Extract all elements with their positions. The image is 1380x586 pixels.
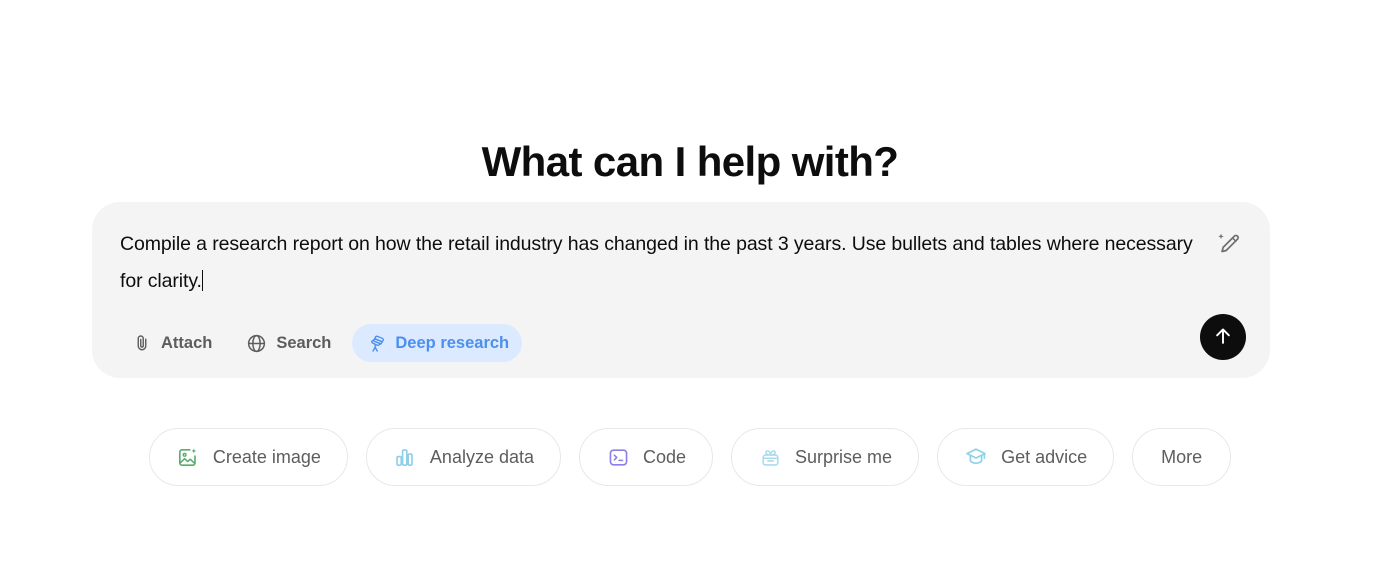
paperclip-icon xyxy=(131,333,152,354)
composer[interactable]: Compile a research report on how the ret… xyxy=(92,202,1270,378)
chat-home-screen: What can I help with? Compile a research… xyxy=(0,0,1380,586)
chip-more-label: More xyxy=(1161,446,1203,467)
chip-code[interactable]: Code xyxy=(579,428,714,486)
chip-create-image-label: Create image xyxy=(212,446,321,467)
chip-create-image[interactable]: Create image xyxy=(148,428,348,486)
bar-chart-icon xyxy=(393,445,417,469)
suggestion-chips: Create image Analyze data Code Surprise … xyxy=(0,428,1380,486)
prompt-input[interactable]: Compile a research report on how the ret… xyxy=(120,226,1202,300)
chip-analyze-data[interactable]: Analyze data xyxy=(365,428,561,486)
globe-icon xyxy=(246,333,267,354)
chip-surprise-me-label: Surprise me xyxy=(795,446,893,467)
image-sparkle-icon xyxy=(176,445,200,469)
chip-get-advice[interactable]: Get advice xyxy=(937,428,1115,486)
deep-research-button-label: Deep research xyxy=(395,333,510,352)
chip-code-label: Code xyxy=(643,446,687,467)
prompt-input-value: Compile a research report on how the ret… xyxy=(120,233,1193,292)
prompt-input-area[interactable]: Compile a research report on how the ret… xyxy=(120,226,1202,300)
arrow-up-icon xyxy=(1212,325,1234,350)
terminal-icon xyxy=(606,445,630,469)
chip-more[interactable]: More xyxy=(1132,428,1232,486)
send-button[interactable] xyxy=(1200,314,1246,360)
chip-get-advice-label: Get advice xyxy=(1001,446,1088,467)
magic-pencil-icon[interactable] xyxy=(1208,224,1248,264)
search-button[interactable]: Search xyxy=(233,324,344,362)
search-button-label: Search xyxy=(276,333,332,352)
telescope-icon xyxy=(365,333,386,354)
gift-box-icon xyxy=(758,445,782,469)
attach-button[interactable]: Attach xyxy=(118,324,225,362)
text-caret xyxy=(201,270,204,291)
composer-toolbar: Attach Search Deep research xyxy=(118,324,523,362)
attach-button-label: Attach xyxy=(161,333,213,352)
chip-analyze-data-label: Analyze data xyxy=(429,446,534,467)
graduation-cap-icon xyxy=(964,445,988,469)
page-title: What can I help with? xyxy=(481,138,899,186)
deep-research-button[interactable]: Deep research xyxy=(352,324,523,362)
chip-surprise-me[interactable]: Surprise me xyxy=(731,428,920,486)
